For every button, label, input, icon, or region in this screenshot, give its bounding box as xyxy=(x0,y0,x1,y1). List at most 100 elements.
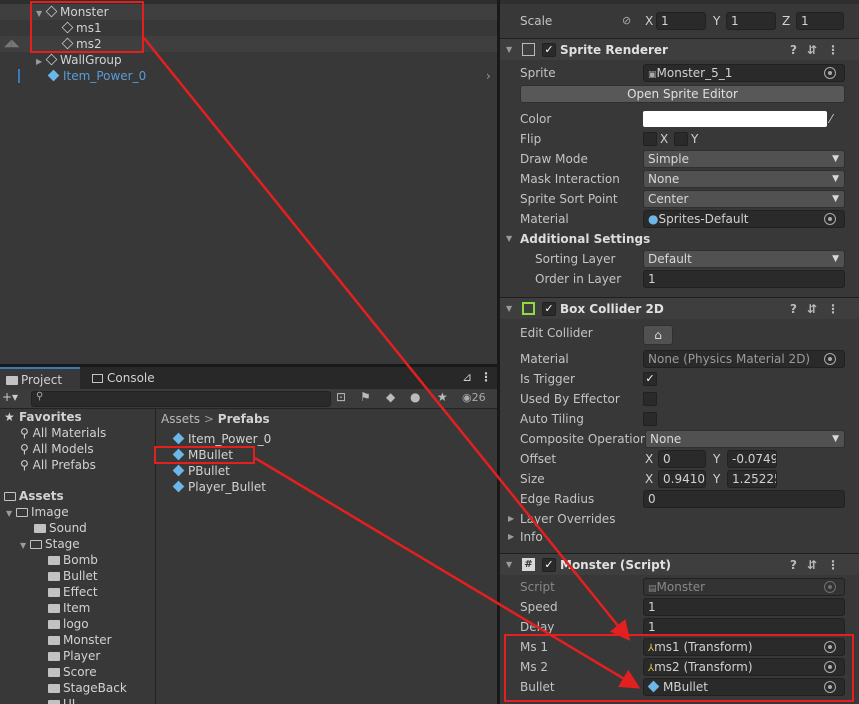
asset-item[interactable]: Item_Power_0 xyxy=(172,431,271,447)
folder-item[interactable]: Item xyxy=(48,600,90,616)
sorting-layer-dropdown[interactable]: Default ▼ xyxy=(643,250,845,268)
physics-material-field[interactable]: None (Physics Material 2D) xyxy=(643,350,845,368)
favorite-item[interactable]: ⚲ All Materials xyxy=(20,425,106,441)
speed-row: Speed 1 xyxy=(500,597,859,617)
flip-y-checkbox[interactable] xyxy=(674,132,688,146)
sprite-row: Sprite ▣Monster_5_1 xyxy=(500,63,859,83)
search-by-type-icon[interactable]: ⊡ xyxy=(336,390,346,404)
expand-arrow-icon[interactable]: ▼ xyxy=(6,506,16,522)
visibility-icon[interactable]: ◢◣ xyxy=(4,36,19,52)
folder-item[interactable]: ▼ Stage xyxy=(20,536,80,552)
search-by-label-icon[interactable]: ⚑ xyxy=(360,390,371,404)
collapse-arrow-icon[interactable]: ▼ xyxy=(506,554,512,576)
expand-arrow-icon[interactable]: ▼ xyxy=(20,538,30,554)
folder-item[interactable]: Monster xyxy=(48,632,112,648)
constrain-proportions-icon[interactable]: ⊘ xyxy=(622,11,631,31)
eyedropper-icon[interactable]: ⁄ xyxy=(830,109,832,129)
size-x-field[interactable]: 0.94102 xyxy=(658,470,706,488)
component-enabled-checkbox[interactable]: ✓ xyxy=(542,558,556,572)
folder-item[interactable]: UI xyxy=(48,696,75,704)
hidden-packages-count[interactable]: ◉26 xyxy=(462,391,486,404)
sprite-renderer-header[interactable]: ▼ ✓ Sprite Renderer ?⇵⋮ xyxy=(500,38,859,60)
search-icon: ⚲ xyxy=(20,442,33,456)
tag-icon[interactable]: ◆ xyxy=(386,390,395,404)
lock-icon[interactable]: ⊿ xyxy=(462,370,472,384)
info-icon[interactable]: ● xyxy=(410,390,420,404)
hierarchy-item-item-power[interactable]: Item_Power_0 › xyxy=(0,68,497,84)
folder-item[interactable]: Score xyxy=(48,664,97,680)
layer-overrides-foldout[interactable]: ▶ Layer Overrides xyxy=(500,509,859,529)
folder-item[interactable]: Bullet xyxy=(48,568,98,584)
object-picker-icon[interactable] xyxy=(824,213,836,225)
scale-y-field[interactable]: 1 xyxy=(726,12,776,30)
favorite-item[interactable]: ⚲ All Prefabs xyxy=(20,457,96,473)
offset-y-field[interactable]: -0.0749 xyxy=(727,450,777,468)
tab-project[interactable]: Project xyxy=(0,367,80,389)
speed-field[interactable]: 1 xyxy=(643,598,845,616)
scale-x-field[interactable]: 1 xyxy=(656,12,706,30)
expand-arrow-icon[interactable]: ▶ xyxy=(508,527,514,547)
composite-operation-dropdown[interactable]: None ▼ xyxy=(645,430,845,448)
folder-item[interactable]: Player xyxy=(48,648,100,664)
sort-point-dropdown[interactable]: Center ▼ xyxy=(643,190,845,208)
favorites-header[interactable]: ★ Favorites xyxy=(4,409,82,425)
hierarchy-item-wallgroup[interactable]: ▶ WallGroup xyxy=(0,52,497,68)
project-toolbar: +▾ ⚲ ⊡ ⚑ ◆ ● ★ ◉26 xyxy=(0,389,497,409)
object-picker-icon[interactable] xyxy=(824,67,836,79)
create-button[interactable]: +▾ xyxy=(2,390,18,404)
auto-tiling-checkbox[interactable] xyxy=(643,412,657,426)
folder-item[interactable]: Sound xyxy=(34,520,87,536)
breadcrumb-root[interactable]: Assets xyxy=(161,412,200,426)
eye-icon: ◉ xyxy=(462,391,472,404)
annotation-box-script-fields xyxy=(504,634,854,702)
search-input[interactable]: ⚲ xyxy=(31,391,331,407)
script-value: Monster xyxy=(656,580,706,594)
object-picker-icon[interactable] xyxy=(824,353,836,365)
tab-console[interactable]: Console xyxy=(86,367,161,389)
open-sprite-editor-button[interactable]: Open Sprite Editor xyxy=(520,85,845,103)
breadcrumb-current[interactable]: Prefabs xyxy=(218,412,270,426)
size-y-field[interactable]: 1.25225 xyxy=(727,470,777,488)
component-header-icons[interactable]: ?⇵⋮ xyxy=(790,39,849,61)
folder-item[interactable]: Bomb xyxy=(48,552,98,568)
asset-item[interactable]: PBullet xyxy=(172,463,230,479)
flip-x-checkbox[interactable] xyxy=(643,132,657,146)
additional-settings-foldout[interactable]: ▼ Additional Settings xyxy=(500,229,859,249)
box-collider-header[interactable]: ▼ ✓ Box Collider 2D ?⇵⋮ xyxy=(500,297,859,319)
favorite-item[interactable]: ⚲ All Models xyxy=(20,441,94,457)
script-file-icon: ▤ xyxy=(648,584,657,594)
field-label: Is Trigger xyxy=(520,372,575,386)
folder-label: Item xyxy=(63,601,91,615)
component-header-icons[interactable]: ?⇵⋮ xyxy=(790,554,849,576)
is-trigger-checkbox[interactable]: ✓ xyxy=(643,372,657,386)
scale-z-field[interactable]: 1 xyxy=(796,12,844,30)
more-menu-icon[interactable]: ⋮ xyxy=(480,370,492,384)
component-header-icons[interactable]: ?⇵⋮ xyxy=(790,298,849,320)
folder-item[interactable]: Effect xyxy=(48,584,98,600)
info-foldout[interactable]: ▶ Info xyxy=(500,527,859,547)
chevron-right-icon[interactable]: › xyxy=(486,68,491,84)
assets-header[interactable]: Assets xyxy=(4,488,64,504)
folder-item[interactable]: StageBack xyxy=(48,680,127,696)
monster-script-header[interactable]: ▼ # ✓ Monster (Script) ?⇵⋮ xyxy=(500,553,859,575)
folder-item[interactable]: logo xyxy=(48,616,89,632)
component-enabled-checkbox[interactable]: ✓ xyxy=(542,302,556,316)
favorite-star-icon[interactable]: ★ xyxy=(437,390,448,404)
edit-collider-button[interactable]: ⌂ xyxy=(643,325,673,345)
collapse-arrow-icon[interactable]: ▼ xyxy=(506,39,512,61)
edge-radius-field[interactable]: 0 xyxy=(643,490,845,508)
color-swatch[interactable] xyxy=(643,111,827,127)
sprite-field[interactable]: ▣Monster_5_1 xyxy=(643,64,845,82)
offset-x-field[interactable]: 0 xyxy=(658,450,706,468)
used-by-effector-checkbox[interactable] xyxy=(643,392,657,406)
collapse-arrow-icon[interactable]: ▼ xyxy=(506,229,512,249)
draw-mode-dropdown[interactable]: Simple ▼ xyxy=(643,150,845,168)
expand-arrow-icon[interactable]: ▶ xyxy=(508,509,514,529)
folder-item[interactable]: ▼ Image xyxy=(6,504,69,520)
mask-interaction-dropdown[interactable]: None ▼ xyxy=(643,170,845,188)
collapse-arrow-icon[interactable]: ▼ xyxy=(506,298,512,320)
component-enabled-checkbox[interactable]: ✓ xyxy=(542,43,556,57)
order-in-layer-field[interactable]: 1 xyxy=(643,270,845,288)
material-field[interactable]: ●Sprites-Default xyxy=(643,210,845,228)
asset-item[interactable]: Player_Bullet xyxy=(172,479,266,495)
